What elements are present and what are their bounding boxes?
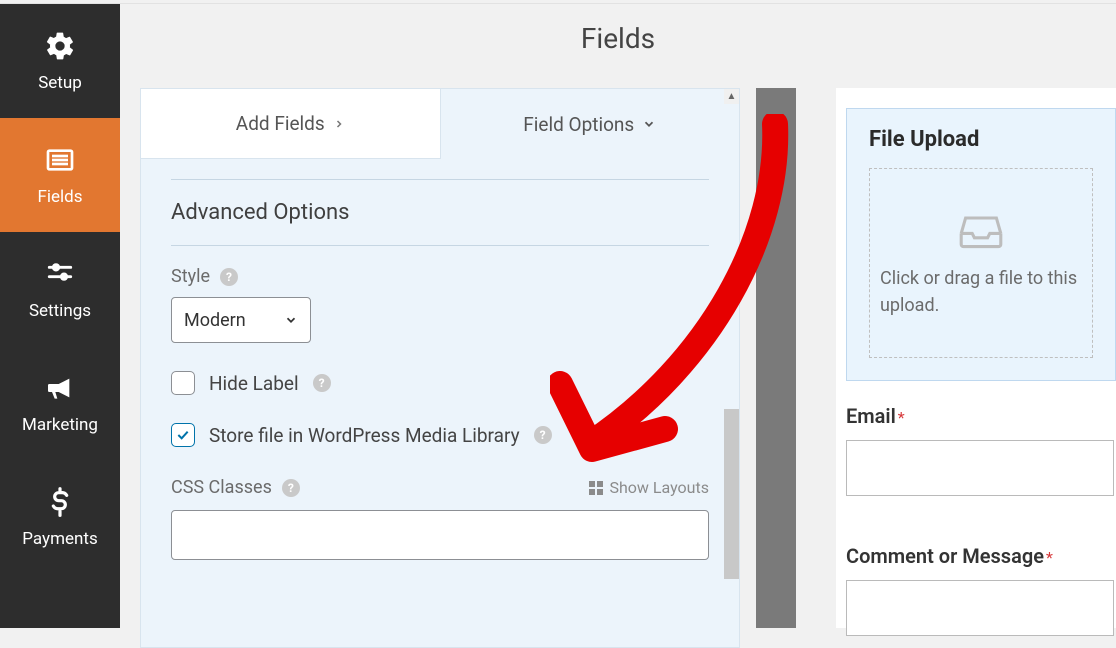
- sidebar-item-label: Settings: [29, 301, 91, 321]
- css-classes-input[interactable]: [171, 510, 709, 560]
- dollar-icon: [43, 485, 77, 519]
- tab-label: Add Fields: [236, 112, 325, 135]
- builder-sidebar: Setup Fields Settings Marketing Payments: [0, 4, 120, 628]
- sidebar-item-label: Fields: [37, 187, 82, 207]
- divider: [171, 179, 709, 180]
- required-asterisk: *: [898, 408, 905, 427]
- sidebar-item-payments[interactable]: Payments: [0, 460, 120, 574]
- scrollbar-thumb[interactable]: [724, 409, 739, 579]
- tab-field-options[interactable]: Field Options: [441, 89, 740, 159]
- gear-icon: [43, 29, 77, 63]
- chevron-down-icon: [284, 313, 298, 327]
- tab-add-fields[interactable]: Add Fields: [141, 89, 441, 159]
- scroll-up-icon[interactable]: ▲: [724, 89, 739, 104]
- required-asterisk: *: [1046, 548, 1053, 567]
- show-layouts-button[interactable]: Show Layouts: [589, 478, 709, 497]
- file-upload-hint: Click or drag a file to this upload.: [880, 265, 1082, 319]
- bullhorn-icon: [43, 371, 77, 405]
- sidebar-item-setup[interactable]: Setup: [0, 4, 120, 118]
- hide-label-row: Hide Label ?: [171, 371, 709, 395]
- sidebar-item-label: Payments: [22, 529, 97, 549]
- panel-gutter: [756, 88, 796, 628]
- sidebar-item-settings[interactable]: Settings: [0, 232, 120, 346]
- help-icon[interactable]: ?: [220, 268, 238, 286]
- sidebar-item-fields[interactable]: Fields: [0, 118, 120, 232]
- help-icon[interactable]: ?: [282, 479, 300, 497]
- email-field[interactable]: Email*: [846, 404, 1116, 496]
- store-media-text: Store file in WordPress Media Library: [209, 424, 520, 447]
- builder-canvas: Fields ▲ Add Fields Field Options Advanc…: [120, 4, 1116, 628]
- form-preview: File Upload Click or drag a file to this…: [836, 88, 1116, 628]
- hide-label-text: Hide Label: [209, 372, 299, 395]
- comment-field[interactable]: Comment or Message*: [846, 544, 1116, 636]
- help-icon[interactable]: ?: [534, 426, 552, 444]
- panel-tabs: Add Fields Field Options: [141, 89, 739, 159]
- style-label-row: Style ?: [171, 266, 709, 287]
- sidebar-item-marketing[interactable]: Marketing: [0, 346, 120, 460]
- chevron-right-icon: [333, 112, 345, 135]
- style-select[interactable]: Modern: [171, 297, 311, 343]
- advanced-options-heading: Advanced Options: [171, 200, 709, 225]
- show-layouts-label: Show Layouts: [609, 478, 709, 497]
- store-media-row: Store file in WordPress Media Library ?: [171, 423, 709, 447]
- inbox-icon: [954, 207, 1008, 251]
- sidebar-item-label: Marketing: [22, 415, 98, 435]
- help-icon[interactable]: ?: [313, 374, 331, 392]
- css-classes-row: CSS Classes ? Show Layouts: [171, 477, 709, 498]
- chevron-down-icon: [642, 113, 656, 136]
- comment-label: Comment or Message: [846, 544, 1044, 568]
- email-label: Email: [846, 404, 896, 428]
- hide-label-checkbox[interactable]: [171, 371, 195, 395]
- sliders-icon: [43, 257, 77, 291]
- style-label: Style: [171, 266, 210, 287]
- file-upload-title: File Upload: [869, 127, 1093, 152]
- tab-label: Field Options: [523, 113, 634, 136]
- file-upload-dropzone[interactable]: Click or drag a file to this upload.: [869, 168, 1093, 358]
- sidebar-item-label: Setup: [38, 73, 82, 93]
- file-upload-field[interactable]: File Upload Click or drag a file to this…: [846, 108, 1116, 381]
- style-select-value: Modern: [184, 310, 246, 331]
- email-input[interactable]: [846, 440, 1114, 496]
- store-media-checkbox[interactable]: [171, 423, 195, 447]
- grid-icon: [589, 481, 603, 495]
- css-classes-label: CSS Classes: [171, 477, 272, 498]
- list-icon: [43, 143, 77, 177]
- divider: [171, 245, 709, 246]
- page-title: Fields: [120, 22, 1116, 55]
- panel-body: Advanced Options Style ? Modern Hide Lab…: [141, 179, 739, 590]
- field-options-panel: ▲ Add Fields Field Options Advanced Opti…: [140, 88, 740, 648]
